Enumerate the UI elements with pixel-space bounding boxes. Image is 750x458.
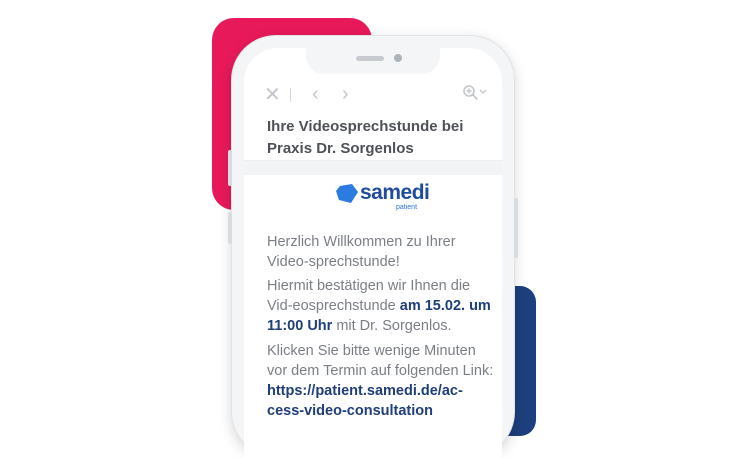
confirmation-text: Hiermit bestätigen wir Ihnen die Vid-eos… bbox=[267, 276, 499, 336]
front-camera bbox=[394, 54, 402, 62]
chevron-right-icon[interactable]: › bbox=[342, 84, 349, 104]
phone-mockup: ✕ ‹ › Ihre Videosprechstunde bei Praxis … bbox=[228, 36, 518, 458]
logo-subtext: patient bbox=[396, 204, 418, 211]
samedi-logo-icon bbox=[336, 184, 358, 203]
samedi-logo: samedi patient bbox=[336, 180, 436, 220]
confirmation-post: mit Dr. Sorgenlos. bbox=[332, 318, 452, 334]
video-consultation-link[interactable]: https://patient.samedi.de/ac-cess-video-… bbox=[267, 383, 463, 419]
volume-up-button bbox=[228, 150, 232, 186]
close-icon[interactable]: ✕ bbox=[264, 85, 281, 105]
volume-down-button bbox=[228, 212, 232, 244]
toolbar-separator bbox=[290, 88, 291, 102]
speaker-grille bbox=[356, 56, 384, 61]
phone-notch bbox=[306, 48, 440, 74]
phone-screen: ✕ ‹ › Ihre Videosprechstunde bei Praxis … bbox=[244, 48, 502, 458]
power-button bbox=[514, 198, 518, 258]
email-toolbar: ✕ ‹ › bbox=[244, 78, 502, 112]
header-divider bbox=[244, 160, 502, 175]
logo-wordmark: samedi bbox=[360, 181, 430, 204]
link-intro: Klicken Sie bitte wenige Minuten vor dem… bbox=[267, 343, 494, 379]
link-paragraph: Klicken Sie bitte wenige Minuten vor dem… bbox=[267, 341, 499, 421]
zoom-icon[interactable] bbox=[462, 84, 488, 106]
greeting-text: Herzlich Willkommen zu Ihrer Video-sprec… bbox=[267, 234, 456, 270]
email-subject: Ihre Videosprechstunde bei Praxis Dr. So… bbox=[267, 118, 464, 157]
chevron-left-icon[interactable]: ‹ bbox=[312, 84, 319, 104]
